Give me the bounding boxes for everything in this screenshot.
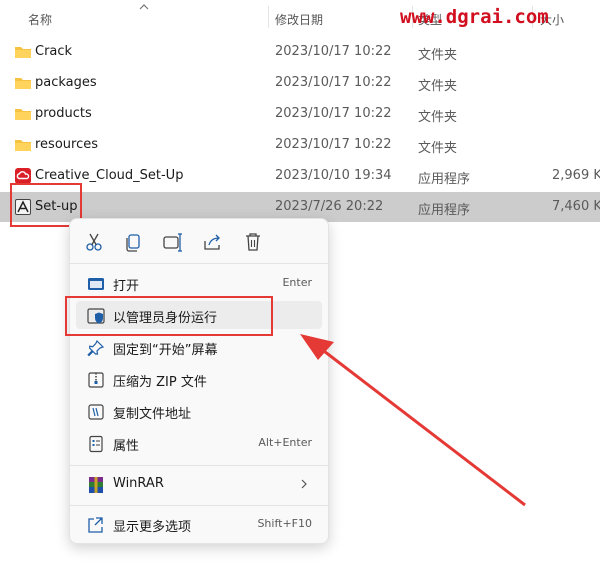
file-name: Creative_Cloud_Set-Up bbox=[35, 168, 184, 183]
winrar-icon bbox=[89, 477, 103, 493]
menu-item-label: WinRAR bbox=[113, 476, 164, 491]
zip-icon bbox=[88, 372, 104, 388]
file-row[interactable]: Crack 2023/10/17 10:22 文件夹 bbox=[0, 37, 600, 67]
menu-item-copy-path[interactable]: 复制文件地址 bbox=[76, 397, 322, 425]
file-type: 文件夹 bbox=[418, 79, 458, 94]
creative-cloud-icon bbox=[15, 168, 31, 184]
menu-item-compress-zip[interactable]: 压缩为 ZIP 文件 bbox=[76, 365, 322, 393]
menu-item-label: 复制文件地址 bbox=[113, 407, 192, 422]
file-type: 应用程序 bbox=[418, 203, 471, 218]
menu-item-shortcut: Enter bbox=[282, 276, 312, 289]
menu-separator bbox=[70, 263, 328, 264]
properties-icon bbox=[89, 435, 103, 453]
delete-icon[interactable] bbox=[241, 231, 265, 253]
menu-item-label: 显示更多选项 bbox=[113, 520, 192, 535]
file-date: 2023/10/10 19:34 bbox=[275, 168, 392, 183]
share-icon[interactable] bbox=[201, 231, 225, 253]
rename-icon[interactable] bbox=[161, 231, 185, 253]
copy-path-icon bbox=[88, 404, 104, 420]
menu-item-winrar[interactable]: WinRAR bbox=[76, 470, 322, 498]
cut-icon[interactable] bbox=[82, 231, 106, 253]
file-name: packages bbox=[35, 75, 97, 90]
column-divider[interactable] bbox=[268, 6, 269, 28]
file-row[interactable]: products 2023/10/17 10:22 文件夹 bbox=[0, 99, 600, 129]
sort-ascending-icon bbox=[139, 4, 149, 10]
menu-item-label: 压缩为 ZIP 文件 bbox=[113, 375, 207, 390]
file-name: products bbox=[35, 106, 92, 121]
file-type: 文件夹 bbox=[418, 110, 458, 125]
menu-item-show-more-options[interactable]: 显示更多选项 Shift+F10 bbox=[76, 510, 322, 538]
file-type: 应用程序 bbox=[418, 172, 471, 187]
watermark-text: www.dgrai.com bbox=[400, 6, 549, 28]
file-date: 2023/10/17 10:22 bbox=[275, 44, 392, 59]
menu-item-pin-to-start[interactable]: 固定到“开始”屏幕 bbox=[76, 333, 322, 361]
menu-item-label: 属性 bbox=[113, 439, 140, 454]
folder-icon bbox=[15, 78, 31, 89]
menu-item-open[interactable]: 打开 Enter bbox=[76, 269, 322, 297]
file-name: Crack bbox=[35, 44, 73, 59]
file-type: 文件夹 bbox=[418, 141, 458, 156]
folder-icon bbox=[15, 109, 31, 120]
file-date: 2023/10/17 10:22 bbox=[275, 137, 392, 152]
column-date[interactable]: 修改日期 bbox=[275, 11, 323, 28]
more-options-icon bbox=[88, 517, 103, 533]
file-row[interactable]: Creative_Cloud_Set-Up 2023/10/10 19:34 应… bbox=[0, 161, 600, 191]
menu-item-label: 固定到“开始”屏幕 bbox=[113, 343, 218, 358]
file-row[interactable]: resources 2023/10/17 10:22 文件夹 bbox=[0, 130, 600, 160]
file-date: 2023/10/17 10:22 bbox=[275, 75, 392, 90]
pin-icon bbox=[87, 339, 105, 357]
file-date: 2023/7/26 20:22 bbox=[275, 199, 384, 214]
menu-item-label: 打开 bbox=[113, 279, 140, 294]
file-row[interactable]: packages 2023/10/17 10:22 文件夹 bbox=[0, 68, 600, 98]
column-name[interactable]: 名称 bbox=[28, 11, 52, 28]
copy-icon[interactable] bbox=[121, 231, 145, 253]
annotation-box-run-as-admin bbox=[65, 296, 273, 336]
folder-icon bbox=[15, 140, 31, 151]
menu-item-properties[interactable]: 属性 Alt+Enter bbox=[76, 429, 322, 457]
folder-icon bbox=[15, 47, 31, 58]
open-icon bbox=[88, 278, 104, 290]
file-type: 文件夹 bbox=[418, 48, 458, 63]
annotation-arrow-icon bbox=[300, 334, 526, 507]
file-size: 7,460 KB bbox=[552, 199, 600, 214]
column-header: 名称 修改日期 类型 大小 www.dgrai.com bbox=[0, 0, 600, 34]
file-name: resources bbox=[35, 137, 99, 152]
file-size: 2,969 KB bbox=[552, 168, 600, 183]
file-date: 2023/10/17 10:22 bbox=[275, 106, 392, 121]
